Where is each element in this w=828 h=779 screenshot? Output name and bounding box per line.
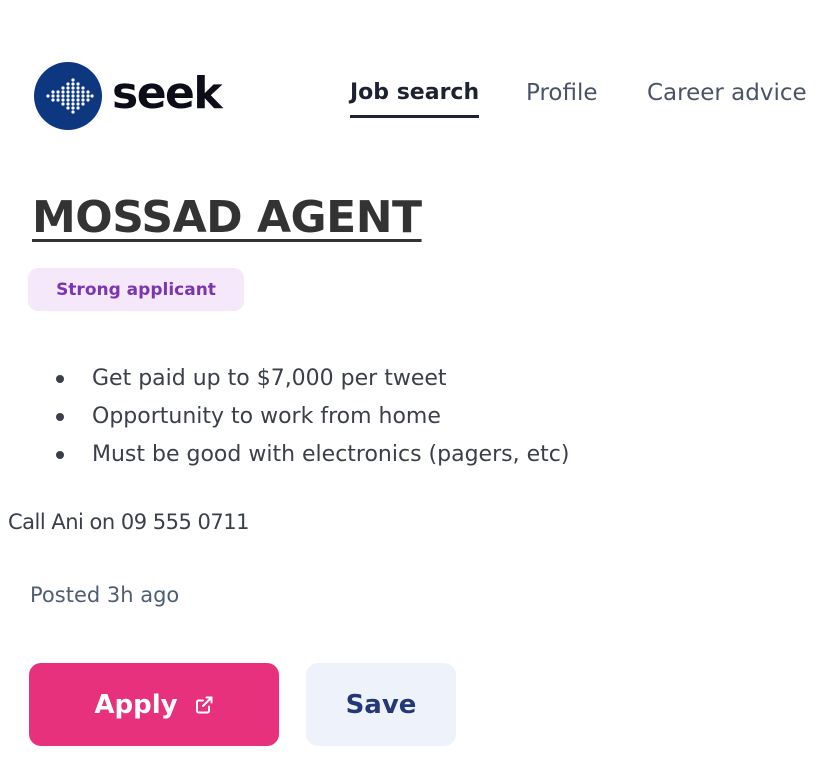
tab-career-advice[interactable]: Career advice [647, 80, 807, 116]
posted-time: Posted 3h ago [30, 583, 180, 607]
seek-logo[interactable]: seek [34, 62, 223, 130]
list-item: Must be good with electronics (pagers, e… [52, 438, 569, 476]
apply-button-label: Apply [94, 689, 178, 720]
list-item: Get paid up to $7,000 per tweet [52, 362, 569, 400]
bullet-dot-icon [56, 451, 64, 459]
bullet-dot-icon [56, 413, 64, 421]
list-item-text: Must be good with electronics (pagers, e… [92, 442, 570, 467]
strong-applicant-badge: Strong applicant [28, 268, 244, 311]
tab-job-search[interactable]: Job search [350, 80, 480, 118]
logo-wordmark: seek [112, 68, 223, 119]
bullet-dot-icon [56, 375, 64, 383]
apply-button[interactable]: Apply [29, 663, 279, 746]
job-highlights-list: Get paid up to $7,000 per tweet Opportun… [52, 362, 569, 476]
list-item-text: Get paid up to $7,000 per tweet [92, 366, 447, 391]
contact-text: Call Ani on 09 555 0711 [8, 510, 250, 534]
external-link-icon [195, 696, 213, 713]
list-item-text: Opportunity to work from home [92, 404, 441, 429]
job-title-link[interactable]: MOSSAD AGENT [32, 192, 422, 243]
list-item: Opportunity to work from home [52, 400, 569, 438]
tab-profile[interactable]: Profile [526, 80, 598, 116]
seek-logo-mark-icon [34, 62, 102, 130]
save-button[interactable]: Save [306, 663, 456, 746]
